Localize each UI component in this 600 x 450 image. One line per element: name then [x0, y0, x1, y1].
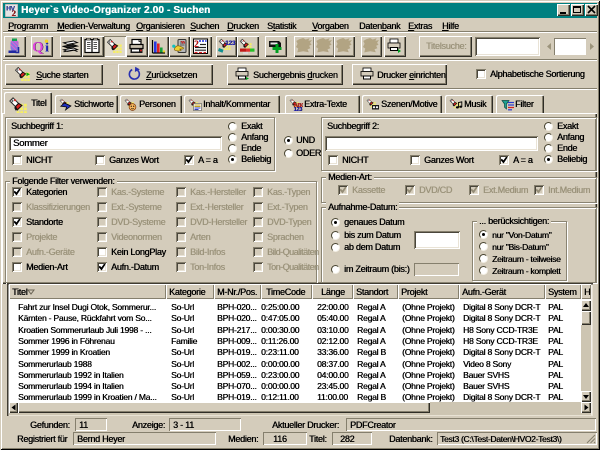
svg-text:123: 123 — [294, 107, 303, 111]
svg-text:Q: Q — [33, 40, 44, 56]
svg-text:123: 123 — [225, 40, 236, 47]
svg-text:2: 2 — [12, 8, 16, 17]
